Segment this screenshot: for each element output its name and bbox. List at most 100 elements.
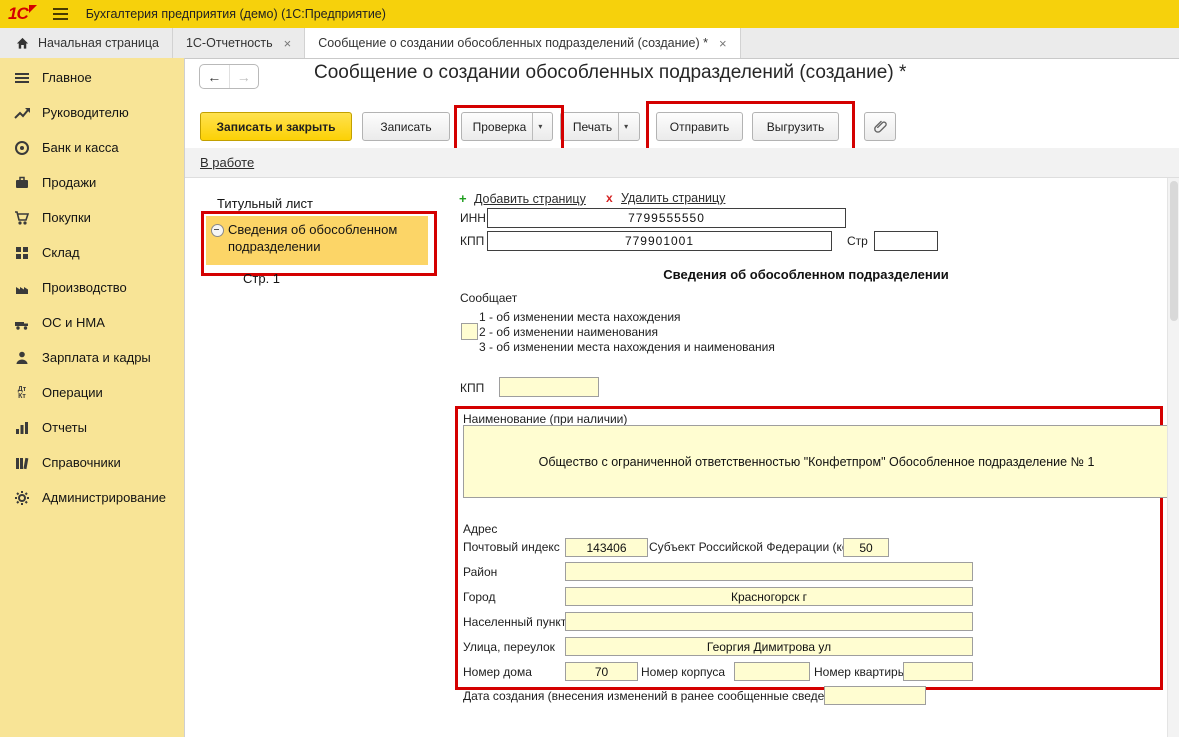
sidebar-item-operations[interactable]: ДтКт Операции xyxy=(0,375,197,410)
sidebar-item-label: Зарплата и кадры xyxy=(42,350,151,365)
delete-page-link[interactable]: Удалить страницу xyxy=(621,191,725,205)
sidebar-item-manager[interactable]: Руководителю xyxy=(0,95,197,130)
sidebar-item-production[interactable]: Производство xyxy=(0,270,197,305)
history-nav: ← → xyxy=(199,64,259,89)
add-page-link-wrap: + Добавить страницу xyxy=(459,191,586,206)
status-bar: В работе xyxy=(185,148,1179,178)
kpp-field[interactable]: 779901001 xyxy=(487,231,832,251)
window-titlebar: 1С Бухгалтерия предприятия (демо) (1С:Пр… xyxy=(0,0,1179,28)
option-1-label: 1 - об изменении места нахождения xyxy=(479,310,681,324)
apartment-label: Номер квартиры xyxy=(814,665,906,679)
sidebar-item-reports[interactable]: Отчеты xyxy=(0,410,197,445)
status-link[interactable]: В работе xyxy=(200,155,254,170)
add-page-link[interactable]: Добавить страницу xyxy=(474,192,586,206)
print-button[interactable]: Печать ▾ xyxy=(560,112,640,141)
subject-field[interactable]: 50 xyxy=(843,538,889,557)
export-button[interactable]: Выгрузить xyxy=(752,112,839,141)
boxes-icon xyxy=(13,245,31,261)
coin-icon xyxy=(13,140,31,156)
kpp-label: КПП xyxy=(460,234,484,248)
tab-close-icon[interactable]: × xyxy=(284,36,292,51)
main-menu-icon[interactable] xyxy=(53,8,68,20)
sidebar-item-sales[interactable]: Продажи xyxy=(0,165,197,200)
creation-date-field[interactable] xyxy=(824,686,926,705)
home-icon xyxy=(13,35,31,51)
send-button[interactable]: Отправить xyxy=(656,112,743,141)
sidebar-item-label: Банк и касса xyxy=(42,140,119,155)
sidebar-item-label: Администрирование xyxy=(42,490,166,505)
tree-item-subdivision-info[interactable]: Сведения об обособленном подразделении xyxy=(206,216,428,265)
1c-logo-icon: 1С xyxy=(8,4,37,24)
street-label: Улица, переулок xyxy=(463,640,555,654)
sidebar-item-label: Операции xyxy=(42,385,103,400)
check-dropdown-icon[interactable]: ▾ xyxy=(532,113,547,140)
district-label: Район xyxy=(463,565,497,579)
sidebar-item-fixed-assets[interactable]: ОС и НМА xyxy=(0,305,197,340)
section-title: Сведения об обособленном подразделении xyxy=(455,267,1157,282)
sidebar-item-administration[interactable]: Администрирование xyxy=(0,480,197,515)
briefcase-icon xyxy=(13,175,31,191)
sidebar-item-warehouse[interactable]: Склад xyxy=(0,235,197,270)
sidebar-item-references[interactable]: Справочники xyxy=(0,445,197,480)
sidebar-item-label: Продажи xyxy=(42,175,96,190)
postal-field[interactable]: 143406 xyxy=(565,538,648,557)
message-type-field[interactable] xyxy=(461,323,478,340)
tab-home[interactable]: Начальная страница xyxy=(0,28,173,58)
tree-item-page-1[interactable]: Стр. 1 xyxy=(243,271,280,286)
district-field[interactable] xyxy=(565,562,973,581)
sidebar-item-bank[interactable]: Банк и касса xyxy=(0,130,197,165)
sidebar-item-label: Главное xyxy=(42,70,92,85)
gear-icon xyxy=(13,490,31,506)
vertical-scrollbar[interactable] xyxy=(1167,178,1179,737)
sidebar-item-label: ОС и НМА xyxy=(42,315,105,330)
save-close-button[interactable]: Записать и закрыть xyxy=(200,112,352,141)
house-field[interactable]: 70 xyxy=(565,662,638,681)
tab-message-label: Сообщение о создании обособленных подраз… xyxy=(318,36,708,50)
street-field[interactable]: Георгия Димитрова ул xyxy=(565,637,973,656)
sidebar-item-label: Руководителю xyxy=(42,105,129,120)
name-field[interactable]: Общество с ограниченной ответственностью… xyxy=(463,425,1170,498)
attachments-button[interactable] xyxy=(864,112,896,141)
sidebar-item-label: Склад xyxy=(42,245,80,260)
tree-item-label: Сведения об обособленном подразделении xyxy=(228,221,420,255)
books-icon xyxy=(13,455,31,471)
sidebar-item-purchases[interactable]: Покупки xyxy=(0,200,197,235)
tab-reporting[interactable]: 1С-Отчетность × xyxy=(173,28,305,58)
city-label: Город xyxy=(463,590,495,604)
sidebar-item-main[interactable]: Главное xyxy=(0,60,197,95)
city-field[interactable]: Красногорск г xyxy=(565,587,973,606)
name-label: Наименование (при наличии) xyxy=(463,412,627,426)
save-button[interactable]: Записать xyxy=(362,112,450,141)
back-button[interactable]: ← xyxy=(200,65,229,88)
kpp2-field[interactable] xyxy=(499,377,599,397)
toolbar-divider xyxy=(854,114,855,138)
sidebar-item-label: Покупки xyxy=(42,210,91,225)
kpp2-label: КПП xyxy=(460,381,484,395)
settlement-field[interactable] xyxy=(565,612,973,631)
apartment-field[interactable] xyxy=(903,662,973,681)
collapse-icon[interactable] xyxy=(211,224,224,237)
tree-item-title-page[interactable]: Титульный лист xyxy=(217,196,313,211)
check-button[interactable]: Проверка ▾ xyxy=(461,112,553,141)
tab-bar: Начальная страница 1С-Отчетность × Сообщ… xyxy=(0,28,1179,59)
building-field[interactable] xyxy=(734,662,810,681)
page-title: Сообщение о создании обособленных подраз… xyxy=(314,62,906,84)
sidebar-item-salary[interactable]: Зарплата и кадры xyxy=(0,340,197,375)
inn-field[interactable]: 7799555550 xyxy=(487,208,846,228)
inn-label: ИНН xyxy=(460,211,486,225)
print-dropdown-icon[interactable]: ▾ xyxy=(618,113,633,140)
option-3-label: 3 - об изменении места нахождения и наим… xyxy=(479,340,775,354)
factory-icon xyxy=(13,280,31,296)
tab-close-icon[interactable]: × xyxy=(719,36,727,51)
tab-message[interactable]: Сообщение о создании обособленных подраз… xyxy=(305,28,740,58)
sidebar-item-label: Производство xyxy=(42,280,127,295)
forward-button[interactable]: → xyxy=(229,65,259,88)
app-window: 1С Бухгалтерия предприятия (демо) (1С:Пр… xyxy=(0,0,1179,737)
str-label: Стр xyxy=(847,234,868,248)
machine-icon xyxy=(13,315,31,331)
str-field[interactable] xyxy=(874,231,938,251)
scrollbar-thumb[interactable] xyxy=(1170,181,1178,321)
settlement-label: Населенный пункт xyxy=(463,615,566,629)
reports-label: Сообщает xyxy=(460,291,517,305)
sidebar-item-label: Отчеты xyxy=(42,420,87,435)
